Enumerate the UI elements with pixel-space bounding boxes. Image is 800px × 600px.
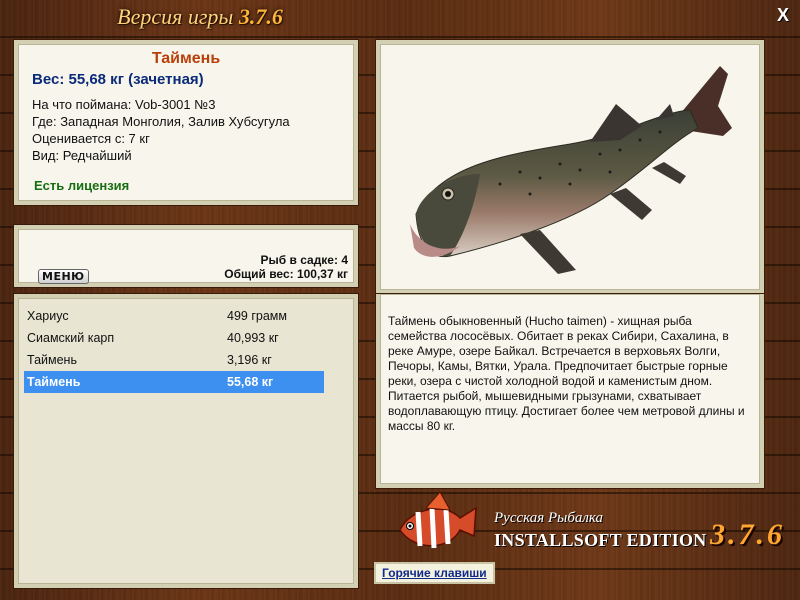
cage-stats: Рыб в садке: 4 Общий вес: 100,37 кг	[224, 253, 348, 281]
brand-version: 3.7.6	[710, 518, 785, 551]
cage-count: Рыб в садке: 4	[260, 253, 348, 267]
fish-illustration	[410, 66, 732, 274]
catch-location: Где: Западная Монголия, Залив Хубсугула	[32, 114, 290, 129]
list-item-name: Хариус	[27, 309, 69, 323]
cage-total-weight: Общий вес: 100,37 кг	[224, 267, 348, 281]
list-item-weight: 499 грамм	[227, 309, 287, 323]
fish-info-panel: Таймень Вес: 55,68 кг (зачетная) На что …	[14, 40, 358, 205]
list-item-weight: 3,196 кг	[227, 353, 272, 367]
title-version: 3.7.6	[238, 4, 283, 29]
close-icon[interactable]: X	[774, 6, 792, 24]
list-item-weight: 55,68 кг	[227, 375, 274, 389]
window-title: Версия игры 3.7.6	[0, 4, 400, 30]
list-item[interactable]: Таймень 3,196 кг	[24, 349, 324, 371]
list-item-name: Таймень	[27, 375, 81, 389]
fish-name: Таймень	[151, 50, 221, 67]
title-prefix: Версия игры	[117, 4, 234, 29]
brand-edition: INSTALLSOFT EDITION	[494, 530, 707, 550]
catch-list: Хариус 499 грамм Сиамский карп 40,993 кг…	[14, 294, 358, 588]
fish-image-panel	[376, 40, 764, 294]
fish-rarity: Вид: Редчайший	[32, 148, 132, 163]
fish-logo-icon	[399, 491, 477, 549]
valued-from: Оценивается с: 7 кг	[32, 131, 150, 146]
hotkeys-link[interactable]: Горячие клавиши	[374, 562, 495, 584]
brand-subtitle: Русская Рыбалка	[494, 510, 604, 526]
list-item-name: Сиамский карп	[27, 331, 115, 345]
cage-summary-panel: МЕНЮ Рыб в садке: 4 Общий вес: 100,37 кг	[14, 225, 358, 287]
list-item[interactable]: Сиамский карп 40,993 кг	[24, 327, 324, 349]
caught-with: На что поймана: Vob-3001 №3	[32, 97, 216, 112]
list-item-name: Таймень	[27, 353, 77, 367]
brand-area: Русская Рыбалка INSTALLSOFT EDITION 3.7.…	[390, 490, 790, 560]
list-item-weight: 40,993 кг	[227, 331, 279, 345]
menu-button[interactable]: МЕНЮ	[38, 269, 89, 284]
list-item-selected[interactable]: Таймень 55,68 кг	[24, 371, 324, 393]
list-item[interactable]: Хариус 499 грамм	[24, 305, 324, 327]
license-status: Есть лицензия	[34, 178, 130, 193]
fish-description: Таймень обыкновенный (Hucho taimen) - хи…	[376, 294, 764, 488]
fish-weight: Вес: 55,68 кг (зачетная)	[32, 71, 204, 88]
